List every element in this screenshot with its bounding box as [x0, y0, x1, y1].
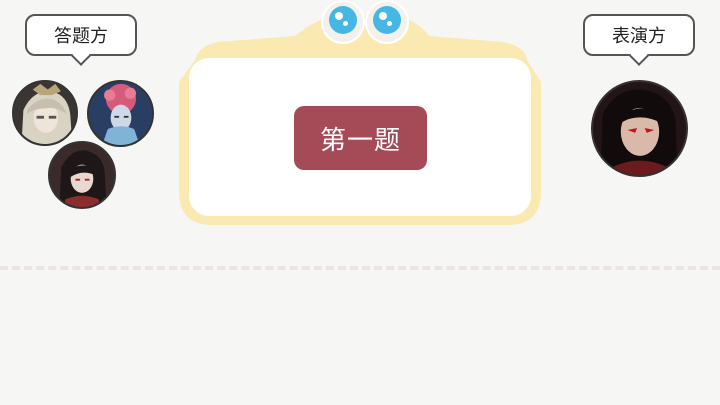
bubble-tail	[71, 46, 91, 66]
left-eye-icon	[321, 0, 365, 44]
avatar-answerer-2[interactable]	[87, 80, 154, 147]
avatar-dark-hair-image	[50, 143, 114, 207]
performer-side-text: 表演方	[612, 26, 666, 47]
right-eye-icon	[365, 0, 409, 44]
avatar-pale-hair-image	[14, 82, 76, 144]
avatar-answerer-1[interactable]	[12, 80, 78, 146]
bubble-tail	[629, 46, 649, 66]
avatar-performer[interactable]	[591, 80, 688, 177]
question-number-button[interactable]: 第一题	[294, 106, 427, 170]
avatar-answerer-3[interactable]	[48, 141, 116, 209]
dashed-divider	[0, 266, 720, 270]
answer-side-label: 答题方	[25, 14, 137, 66]
avatar-red-eyes-image	[593, 82, 686, 175]
avatar-pink-hair-image	[89, 82, 152, 145]
answer-side-text: 答题方	[54, 26, 108, 47]
performer-side-label: 表演方	[583, 14, 695, 66]
